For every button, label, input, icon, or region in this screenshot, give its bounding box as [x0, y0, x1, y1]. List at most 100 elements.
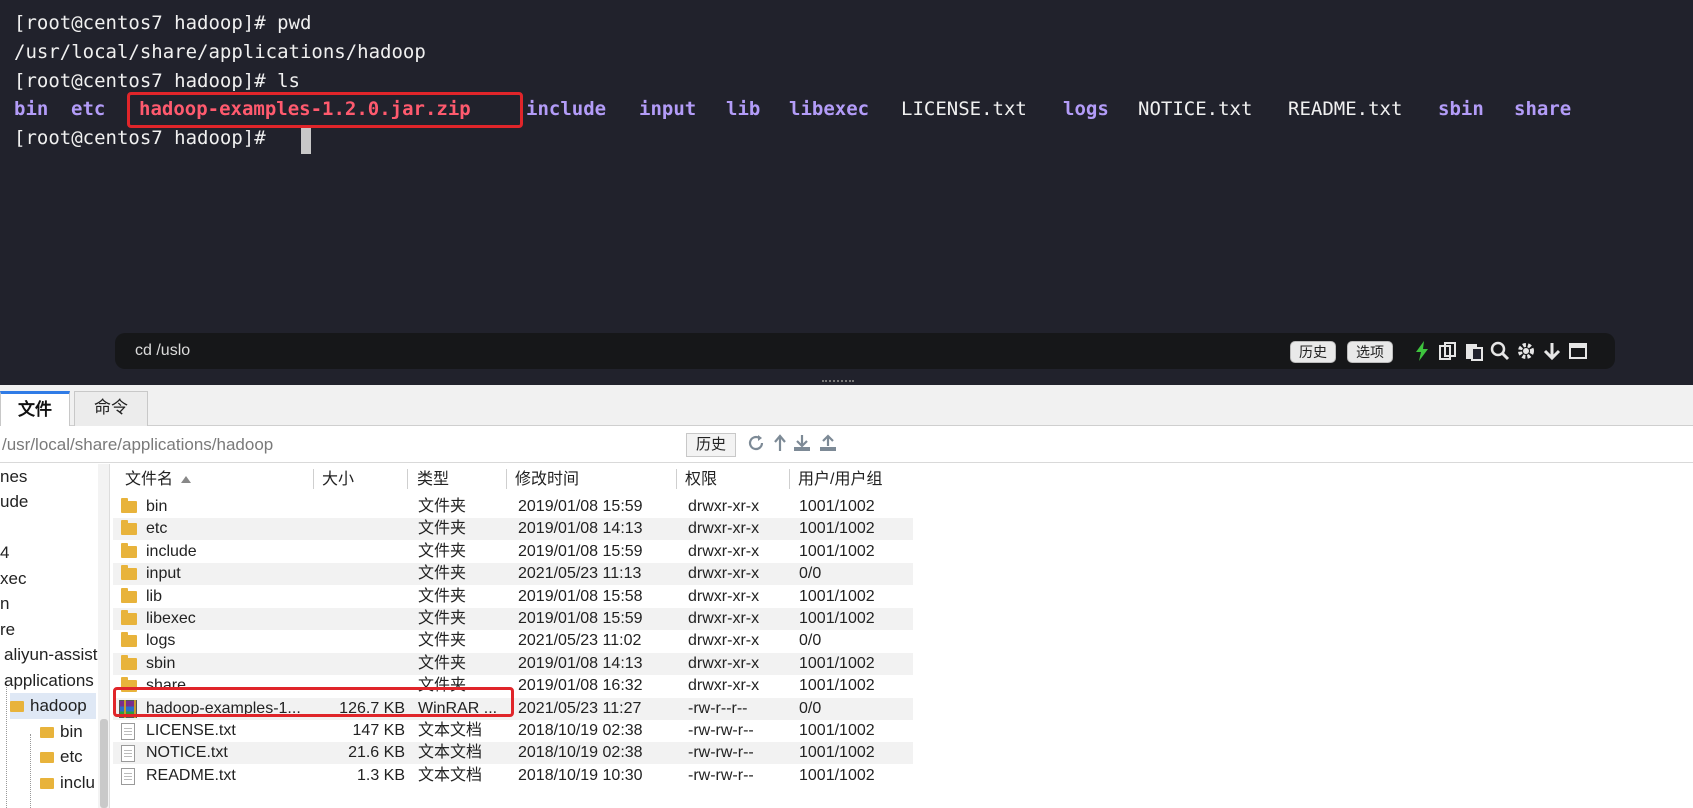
column-header-name[interactable]: 文件名	[125, 467, 192, 493]
cell-type: 文件夹	[418, 587, 467, 605]
cell-owner: 1001/1002	[799, 766, 875, 784]
tree-item[interactable]: applications	[4, 668, 94, 694]
text-file-icon	[121, 745, 135, 763]
tree-item-label: etc	[60, 747, 83, 766]
copy-icon[interactable]	[1438, 341, 1458, 361]
file-row[interactable]: logs 文件夹 2021/05/23 11:02 drwxr-xr-x 0/0	[113, 630, 913, 652]
cell-type: 文件夹	[418, 565, 467, 583]
ls-entry: README.txt	[1288, 98, 1403, 120]
cell-name: LICENSE.txt	[146, 722, 236, 739]
cell-modified: 2019/01/08 15:59	[518, 542, 643, 560]
refresh-icon[interactable]	[747, 434, 765, 454]
file-row[interactable]: sbin 文件夹 2019/01/08 14:13 drwxr-xr-x 1001/10…	[113, 652, 913, 675]
cell-name: logs	[146, 632, 176, 650]
cell-owner: 1001/1002	[799, 610, 875, 627]
path-history-button[interactable]: 历史	[686, 433, 736, 457]
file-row[interactable]: libexec 文件夹 2019/01/08 15:59 drwxr-xr-x 1001…	[113, 608, 913, 630]
cell-perm: drwxr-xr-x	[688, 632, 760, 650]
ls-entry: NOTICE.txt	[1138, 98, 1253, 120]
cell-name: libexec	[146, 610, 196, 627]
window-icon[interactable]	[1568, 341, 1588, 361]
tree-item[interactable]: bin	[40, 719, 83, 745]
folder-icon	[121, 520, 137, 536]
up-icon[interactable]	[771, 434, 789, 454]
prompt: [root@centos7 hadoop]#	[14, 70, 278, 92]
column-separator[interactable]	[789, 469, 790, 489]
column-separator[interactable]	[506, 469, 507, 489]
file-row[interactable]: input 文件夹 2021/05/23 11:13 drwxr-xr-x 0/0	[113, 563, 913, 586]
tree-item[interactable]: xec	[0, 566, 26, 592]
tree-item[interactable]: inclu	[40, 770, 95, 796]
download-icon[interactable]	[793, 434, 811, 454]
upload-icon[interactable]	[819, 434, 837, 454]
file-row[interactable]: etc 文件夹 2019/01/08 14:13 drwxr-xr-x 1001/100…	[113, 518, 913, 541]
terminal-cursor	[301, 128, 311, 154]
column-separator[interactable]	[313, 469, 314, 489]
file-row[interactable]: bin 文件夹 2019/01/08 15:59 drwxr-xr-x 1001/100…	[113, 496, 913, 518]
tree-item[interactable]: aliyun-assist	[4, 642, 98, 668]
column-header-modified[interactable]: 修改时间	[515, 467, 579, 493]
tree-item[interactable]: etc	[40, 744, 83, 770]
cell-size	[313, 653, 405, 675]
tab-commands[interactable]: 命令	[74, 391, 148, 426]
lightning-icon[interactable]	[1412, 341, 1432, 361]
ls-entry: etc	[71, 98, 106, 120]
options-button[interactable]: 选项	[1347, 341, 1393, 363]
ls-entry: include	[526, 98, 607, 120]
sort-ascending-icon	[181, 476, 192, 484]
download-icon[interactable]	[1542, 341, 1562, 361]
tree-item-selected[interactable]: hadoop	[10, 693, 96, 719]
folder-icon	[10, 701, 24, 713]
tree-item[interactable]: ude	[0, 489, 28, 515]
tree-guide	[6, 684, 7, 808]
ls-entry: libexec	[789, 98, 870, 120]
cell-modified: 2021/05/23 11:02	[518, 632, 642, 650]
terminal-line-pwd: [root@centos7 hadoop]# pwd	[14, 10, 311, 36]
cell-owner: 1001/1002	[799, 744, 875, 762]
file-row[interactable]: NOTICE.txt 21.6 KB 文本文档 2018/10/19 02:38 -rw…	[113, 742, 913, 765]
prompt: [root@centos7 hadoop]#	[14, 12, 278, 34]
file-list[interactable]: 文件名 大小 类型 修改时间 权限 用户/用户组 bin 文件夹 2019/01/0…	[113, 464, 1693, 808]
paste-icon[interactable]	[1464, 341, 1484, 361]
tree-item[interactable]: nes	[0, 464, 27, 490]
file-row[interactable]: LICENSE.txt 147 KB 文本文档 2018/10/19 02:38 -rw…	[113, 720, 913, 742]
path-input[interactable]: /usr/local/share/applications/hadoop	[2, 435, 273, 455]
cell-perm: -rw-rw-r--	[688, 744, 754, 762]
column-header-type[interactable]: 类型	[417, 467, 449, 493]
tree-scrollbar-thumb[interactable]	[100, 719, 108, 808]
cell-name: lib	[146, 587, 163, 605]
cell-name: bin	[146, 498, 168, 515]
text-file-icon	[121, 723, 135, 740]
cell-owner: 1001/1002	[799, 677, 875, 695]
file-row[interactable]: include 文件夹 2019/01/08 15:59 drwxr-xr-x 1001…	[113, 541, 913, 563]
terminal-pane[interactable]: [root@centos7 hadoop]# pwd /usr/local/sh…	[0, 0, 1693, 385]
column-separator[interactable]	[407, 469, 408, 489]
tree-item[interactable]: 4	[0, 540, 9, 566]
directory-tree[interactable]: nes ude 4 xec n re aliyun-assist applica…	[0, 464, 110, 808]
tab-files[interactable]: 文件	[0, 391, 70, 426]
gear-icon[interactable]	[1516, 341, 1536, 361]
cell-perm: drwxr-xr-x	[688, 610, 760, 627]
column-separator[interactable]	[676, 469, 677, 489]
column-header-label: 文件名	[125, 471, 174, 488]
tree-item[interactable]: n	[0, 591, 9, 617]
cell-size	[313, 518, 405, 540]
file-row[interactable]: README.txt 1.3 KB 文本文档 2018/10/19 10:30 -rw-…	[113, 765, 913, 787]
resize-grip[interactable]	[822, 380, 854, 384]
column-header-permissions[interactable]: 权限	[685, 467, 717, 493]
folder-icon	[121, 587, 137, 603]
cell-owner: 0/0	[799, 632, 822, 650]
cell-name: README.txt	[146, 766, 236, 784]
column-header-owner[interactable]: 用户/用户组	[798, 467, 882, 493]
cell-owner: 1001/1002	[799, 498, 875, 515]
tree-item[interactable]: re	[0, 617, 15, 643]
command-input[interactable]: cd /uslo	[135, 342, 190, 360]
file-row[interactable]: lib 文件夹 2019/01/08 15:58 drwxr-xr-x 1001/100…	[113, 586, 913, 608]
history-button[interactable]: 历史	[1290, 341, 1336, 363]
command-bar[interactable]: cd /uslo 历史 选项	[115, 333, 1615, 369]
column-header-size[interactable]: 大小	[322, 467, 354, 493]
search-icon[interactable]	[1490, 341, 1510, 361]
folder-icon	[40, 778, 54, 790]
cell-perm: drwxr-xr-x	[688, 677, 760, 695]
cell-perm: drwxr-xr-x	[688, 587, 760, 605]
